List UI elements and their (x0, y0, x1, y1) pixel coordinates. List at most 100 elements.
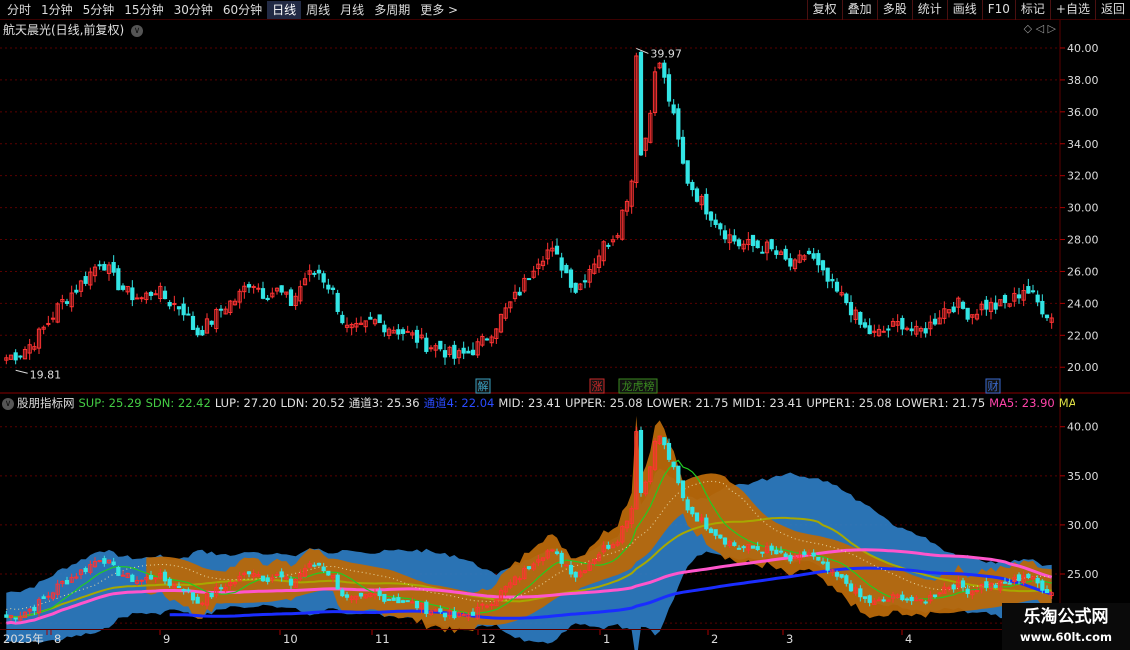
price-candle-body (74, 289, 79, 293)
price-candle-body (606, 244, 611, 247)
kline-chart[interactable]: 40.00 38.00 36.00 34.00 32.00 30.00 28.00 26.00… (0, 0, 1130, 650)
indicator-candle-body (489, 603, 494, 606)
indicator-candle-body (704, 517, 709, 530)
indicator-candle-body (4, 614, 9, 618)
y-tick-label: 26.00 (1067, 265, 1099, 278)
price-candle-body (834, 281, 840, 292)
indicator-candle-body (209, 592, 214, 598)
y-tick-label: 32.00 (1067, 170, 1099, 183)
indicator-candle-body (410, 601, 415, 604)
indicator-candle-body (638, 429, 644, 493)
indicator-value: LUP: 27.20 (214, 396, 277, 410)
price-candle-body (153, 293, 158, 296)
price-candle-body (1035, 294, 1040, 303)
indicator-candle-body (526, 566, 532, 570)
indicator-candle-body (32, 606, 37, 611)
indicator-candle-body (732, 542, 737, 546)
y-tick-label: 30.00 (1067, 202, 1099, 215)
price-candle-body (377, 314, 382, 324)
indicator-candle-body (550, 549, 555, 552)
price-candle-body (438, 340, 443, 350)
chevron-down-icon[interactable]: ∨ (2, 397, 14, 410)
indicator-candle-body (64, 579, 70, 585)
indicator-candle-body (713, 529, 718, 536)
price-candle-body (466, 350, 471, 354)
indicator-candle-body (396, 597, 401, 604)
indicator-candle-body (900, 594, 905, 601)
indicator-candle-body (186, 589, 191, 592)
price-candle-body (335, 292, 340, 312)
indicator-candle-body (41, 596, 46, 599)
price-candle-body (750, 234, 756, 247)
indicator-candle-body (802, 551, 807, 556)
indicator-candle-body (690, 506, 695, 515)
price-candle-body (195, 327, 200, 336)
indicator-candle-body (820, 561, 826, 564)
price-candle-body (830, 278, 835, 282)
price-candle-body (396, 329, 401, 335)
y-tick-label: 30.00 (1067, 519, 1099, 532)
indicator-candle-body (414, 600, 420, 609)
indicator-value: SDN: 22.42 (145, 396, 211, 410)
price-candle-body (428, 347, 434, 350)
price-candle-body (704, 193, 709, 215)
indicator-candle-body (382, 593, 387, 602)
price-candle-body (382, 324, 387, 333)
price-candle-body (923, 328, 928, 334)
indicator-candle-body (265, 577, 270, 582)
price-candle-body (886, 328, 891, 331)
price-candle-body (573, 282, 578, 293)
price-candle-body (340, 314, 345, 324)
price-candle-body (774, 250, 779, 255)
price-candle-body (330, 287, 336, 291)
price-candle-body (13, 352, 18, 361)
indicator-candle-body (788, 554, 793, 562)
indicator-candle-body (424, 601, 429, 614)
price-candle-body (554, 245, 560, 255)
indicator-candle-body (839, 574, 844, 578)
price-candle-body (788, 258, 793, 267)
indicator-candle-body (960, 580, 966, 588)
price-candle-body (1026, 286, 1031, 294)
price-candle-body (321, 273, 326, 283)
price-candle-body (638, 51, 644, 156)
indicator-candle-body (120, 574, 126, 577)
price-candle-body (260, 288, 266, 299)
indicator-candle-body (517, 578, 522, 581)
price-candle-body (326, 284, 331, 290)
price-candle-body (582, 280, 588, 283)
indicator-candle-body (279, 571, 284, 578)
indicator-values-bar: ∨ 股朋指标网 SUP: 25.29 SDN: 22.42 LUP: 27.20 LDN:… (0, 395, 1075, 411)
price-candle-body (97, 264, 102, 267)
watermark-url: www.60lt.com (1019, 630, 1113, 644)
indicator-candle-body (288, 578, 294, 586)
indicator-candle-body (680, 480, 686, 499)
y-tick-label: 36.00 (1067, 106, 1099, 119)
indicator-name: 股朋指标网 (17, 396, 75, 410)
indicator-candle-body (554, 551, 560, 554)
price-candle-body (858, 311, 863, 325)
price-candle-body (844, 293, 849, 304)
price-candle-body (46, 322, 51, 325)
indicator-candle-body (867, 595, 872, 603)
indicator-candle-body (946, 587, 952, 590)
indicator-candle-body (116, 566, 121, 576)
indicator-candle-body (844, 575, 849, 584)
indicator-candle-body (811, 552, 816, 557)
price-candle-body (867, 325, 872, 335)
indicator-value: MA6 (1058, 396, 1075, 410)
price-candle-body (760, 251, 765, 254)
price-candle-body (218, 308, 224, 311)
indicator-candle-body (340, 589, 345, 597)
price-candle-body (102, 263, 107, 271)
y-tick-label: 38.00 (1067, 74, 1099, 87)
indicator-candle-body (685, 499, 690, 511)
price-candle-body (564, 264, 569, 274)
price-candle-body (671, 104, 676, 114)
indicator-candle-body (1016, 574, 1022, 581)
price-candle-body (680, 136, 686, 164)
price-candle-body (461, 347, 466, 354)
price-candle-body (148, 291, 154, 296)
indicator-candle-body (344, 594, 350, 598)
indicator-candle-body (881, 599, 886, 602)
